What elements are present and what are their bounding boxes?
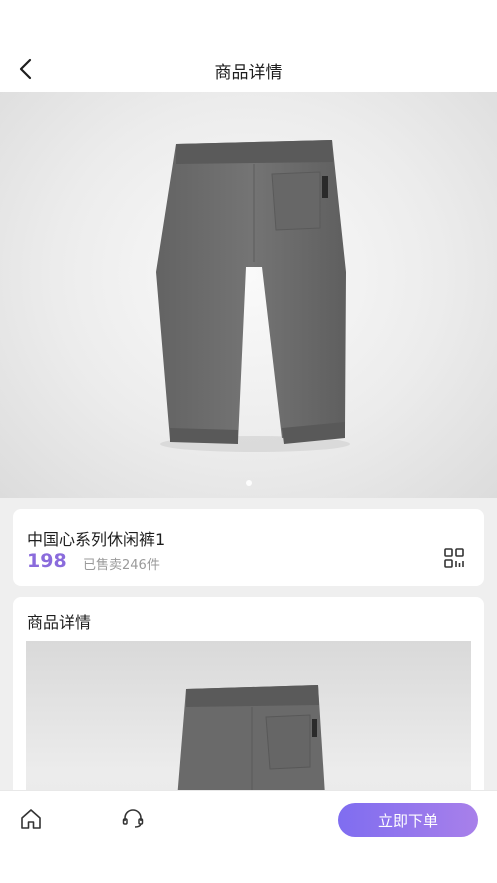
carousel-dot[interactable] bbox=[245, 480, 252, 486]
qr-code-button[interactable] bbox=[442, 546, 466, 570]
product-price: 198 bbox=[27, 550, 67, 572]
bottom-action-bar: 立即下单 bbox=[0, 790, 497, 883]
page-title: 商品详情 bbox=[214, 63, 283, 83]
home-icon bbox=[21, 809, 41, 829]
product-image-carousel[interactable] bbox=[0, 92, 497, 498]
product-info-card: 中国心系列休闲裤1 198 已售卖246件 bbox=[13, 509, 484, 586]
product-name: 中国心系列休闲裤1 bbox=[27, 530, 166, 549]
customer-service-button[interactable] bbox=[121, 807, 145, 831]
sold-count: 已售卖246件 bbox=[83, 558, 160, 573]
header: 商品详情 bbox=[0, 0, 497, 92]
carousel-indicator bbox=[0, 480, 497, 486]
product-image bbox=[156, 140, 350, 452]
detail-section-title: 商品详情 bbox=[27, 613, 92, 632]
order-now-button[interactable]: 立即下单 bbox=[338, 803, 478, 837]
qr-code-icon bbox=[444, 548, 464, 568]
headset-icon bbox=[122, 809, 144, 828]
home-button[interactable] bbox=[19, 807, 43, 831]
